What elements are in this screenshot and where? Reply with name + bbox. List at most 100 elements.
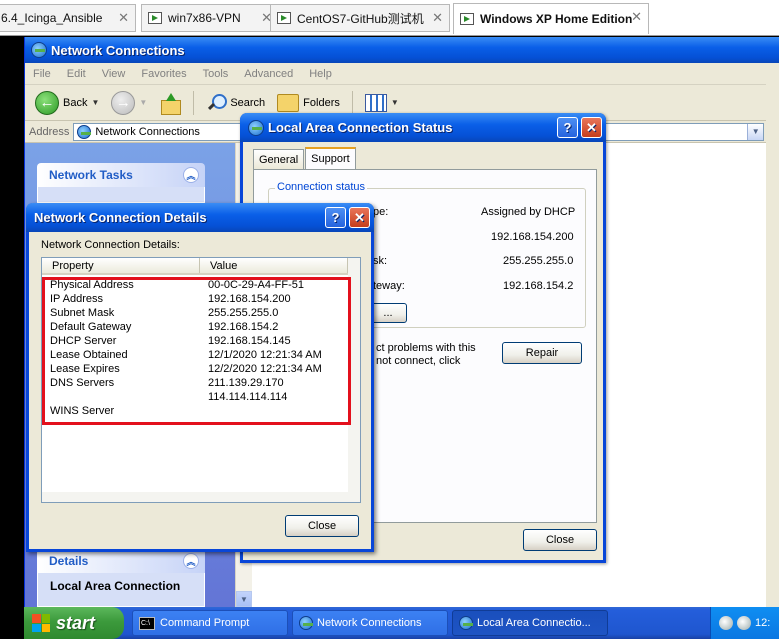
window-title: Network Connections <box>51 42 185 58</box>
chevron-down-icon[interactable]: ▼ <box>747 123 764 140</box>
close-button[interactable]: Close <box>523 529 597 551</box>
close-button[interactable]: ✕ <box>349 207 370 228</box>
back-button[interactable]: ← Back ▼ <box>31 88 103 118</box>
network-icon <box>299 616 313 630</box>
vm-tab-label: CentOS7-GitHub测试机 <box>297 11 424 26</box>
table-row[interactable]: Lease Obtained 12/1/2020 12:21:34 AM <box>42 348 360 362</box>
dialog-tabs: General Support <box>253 147 357 169</box>
network-icon <box>248 119 264 136</box>
search-icon <box>206 93 228 113</box>
details-header[interactable]: Details ︽ <box>37 549 205 573</box>
connection-name: Local Area Connection <box>50 579 181 593</box>
menu-advanced[interactable]: Advanced <box>236 68 301 80</box>
tray-icon[interactable] <box>719 616 733 630</box>
help-button[interactable]: ? <box>325 207 346 228</box>
address-value: Network Connections <box>95 125 200 138</box>
details-button[interactable]: ... <box>369 303 407 323</box>
group-label: Connection status <box>275 181 368 193</box>
close-icon[interactable]: ✕ <box>631 9 642 25</box>
dialog-titlebar[interactable]: Local Area Connection Status ? ✕ <box>240 113 606 142</box>
details-body: Local Area Connection <box>37 573 205 607</box>
menu-tools[interactable]: Tools <box>195 68 237 80</box>
repair-button[interactable]: Repair <box>502 342 582 364</box>
table-row[interactable]: WINS Server <box>42 404 360 418</box>
property-cell <box>42 390 200 404</box>
address-label: Address <box>29 125 70 138</box>
subnet-mask-label: sk: <box>373 255 388 267</box>
close-icon[interactable]: ✕ <box>118 10 129 26</box>
menu-favorites[interactable]: Favorites <box>133 68 194 80</box>
toolbar-separator <box>351 90 353 115</box>
up-button[interactable] <box>155 88 185 118</box>
gateway-label: teway: <box>373 280 405 292</box>
chevron-down-icon[interactable]: ▼ <box>139 98 147 107</box>
column-header-property[interactable]: Property <box>42 258 200 273</box>
table-row[interactable]: Lease Expires 12/2/2020 12:21:34 AM <box>42 362 360 376</box>
taskbar-button-network-connections[interactable]: Network Connections <box>292 610 448 636</box>
value-cell <box>200 404 360 418</box>
table-row[interactable]: 114.114.114.114 <box>42 390 360 404</box>
vm-tab-win7[interactable]: win7x86-VPN ✕ <box>141 4 279 32</box>
forward-arrow-icon: → <box>111 90 136 115</box>
property-cell: Lease Obtained <box>50 349 128 361</box>
property-cell: Default Gateway <box>50 321 132 333</box>
start-button[interactable]: start <box>24 607 124 639</box>
chevron-up-icon[interactable]: ︽ <box>183 167 199 183</box>
value-cell: 192.168.154.200 <box>208 293 291 305</box>
table-row[interactable]: IP Address 192.168.154.200 <box>42 292 360 306</box>
table-row[interactable]: Default Gateway 192.168.154.2 <box>42 320 360 334</box>
vm-icon <box>460 13 474 25</box>
property-cell: WINS Server <box>50 405 115 417</box>
network-tasks-header[interactable]: Network Tasks ︽ <box>37 163 205 187</box>
scroll-down-button[interactable]: ▼ <box>236 591 252 607</box>
property-cell: IP Address <box>50 293 103 305</box>
folder-up-icon <box>159 92 182 115</box>
close-button[interactable]: Close <box>285 515 359 537</box>
windows-logo-icon <box>32 614 50 632</box>
list-vertical-scrollbar[interactable] <box>348 258 360 502</box>
table-row[interactable]: DNS Servers 211.139.29.170 <box>42 376 360 390</box>
vm-tab-label: Windows XP Home Edition <box>480 12 633 26</box>
tab-general[interactable]: General <box>253 149 305 169</box>
taskbar-button-command-prompt[interactable]: C:\ Command Prompt <box>132 610 288 636</box>
chevron-down-icon[interactable]: ▼ <box>91 98 99 107</box>
dialog-titlebar[interactable]: Network Connection Details ? ✕ <box>26 203 374 232</box>
close-button[interactable]: ✕ <box>581 117 602 138</box>
menu-edit[interactable]: Edit <box>59 68 94 80</box>
menu-bar: File Edit View Favorites Tools Advanced … <box>25 63 779 85</box>
chevron-up-icon[interactable]: ︽ <box>183 553 199 569</box>
forward-button[interactable]: → ▼ <box>107 88 151 118</box>
vm-tab-label: 6.4_Icinga_Ansible <box>1 11 103 25</box>
connection-details-dialog: Network Connection Details ? ✕ Network C… <box>26 203 374 552</box>
start-label: start <box>56 612 96 633</box>
address-type-label: pe: <box>373 206 389 218</box>
property-cell: DHCP Server <box>50 335 117 347</box>
taskbar-button-label: Local Area Connectio... <box>477 617 591 629</box>
value-cell: 192.168.154.145 <box>208 335 291 347</box>
menu-file[interactable]: File <box>25 68 59 80</box>
window-titlebar[interactable]: Network Connections <box>25 37 779 63</box>
help-button[interactable]: ? <box>557 117 578 138</box>
value-cell: 00-0C-29-A4-FF-51 <box>208 279 304 291</box>
column-header-value[interactable]: Value <box>200 258 348 273</box>
taskbar-button-lan-status[interactable]: Local Area Connectio... <box>452 610 608 636</box>
table-row[interactable]: Subnet Mask 255.255.255.0 <box>42 306 360 320</box>
table-row[interactable]: DHCP Server 192.168.154.145 <box>42 334 360 348</box>
tab-support[interactable]: Support <box>305 147 356 169</box>
tray-icon[interactable] <box>737 616 751 630</box>
list-horizontal-scrollbar[interactable] <box>42 492 348 502</box>
vm-tab-icinga[interactable]: 6.4_Icinga_Ansible ✕ <box>0 4 136 32</box>
details-listview[interactable]: Property Value Physical Address 00-0C-29-… <box>41 257 361 503</box>
list-rows: Physical Address 00-0C-29-A4-FF-51 IP Add… <box>42 275 360 418</box>
close-icon[interactable]: ✕ <box>432 10 443 26</box>
folder-icon <box>277 93 300 112</box>
value-cell: 211.139.29.170 <box>208 377 284 389</box>
system-tray: 12: <box>710 607 779 639</box>
menu-help[interactable]: Help <box>301 68 340 80</box>
menu-view[interactable]: View <box>94 68 134 80</box>
property-cell: DNS Servers <box>50 377 115 389</box>
vm-tab-centos[interactable]: CentOS7-GitHub测试机 ✕ <box>270 4 450 32</box>
vm-tab-winxp[interactable]: Windows XP Home Edition ✕ <box>453 3 649 34</box>
vm-tab-bar: 6.4_Icinga_Ansible ✕ win7x86-VPN ✕ CentO… <box>0 0 779 36</box>
table-row[interactable]: Physical Address 00-0C-29-A4-FF-51 <box>42 278 360 292</box>
